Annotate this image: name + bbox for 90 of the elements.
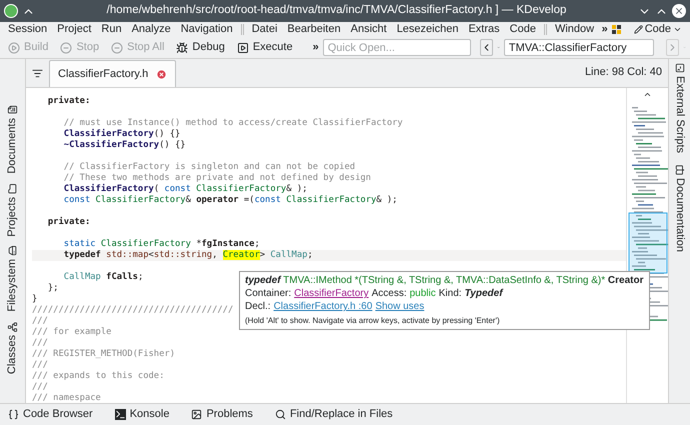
menu-item[interactable]: Code bbox=[510, 21, 536, 38]
menu-item[interactable]: Ansicht bbox=[350, 21, 387, 38]
tooltip-signature: typedef TMVA::IMethod *(TString &, TString &, TMVA::DataSetInfo &, TString &)* Creator bbox=[245, 274, 644, 287]
window-title: /home/wbehrenh/src/root/root-head/tmva/tmva/inc/TMVA/ClassifierFactory.h ] — KDevelop bbox=[106, 3, 568, 18]
menu-item[interactable]: Bearbeiten bbox=[287, 21, 341, 38]
terminal-icon bbox=[674, 63, 684, 73]
toolbar-button[interactable]: Execute bbox=[232, 39, 297, 56]
dock-tab[interactable]: Find/Replace in Files bbox=[272, 406, 395, 423]
image-icon bbox=[191, 409, 202, 420]
menu-item[interactable]: Lesezeichen bbox=[396, 21, 458, 38]
dock-tab[interactable]: Classes bbox=[0, 322, 25, 374]
menu-item[interactable]: Navigation bbox=[180, 21, 233, 38]
back-button[interactable] bbox=[480, 39, 493, 56]
code-line: /// for example bbox=[32, 327, 112, 338]
scroll-up-icon[interactable] bbox=[643, 90, 652, 99]
dock-tab[interactable]: External Scripts bbox=[667, 63, 690, 154]
declaration-link[interactable]: ClassifierFactory.h :60 bbox=[274, 300, 372, 313]
menu-item[interactable]: Extras bbox=[468, 21, 500, 38]
dock-tab[interactable]: Konsole bbox=[112, 406, 172, 423]
play-circle-icon bbox=[8, 42, 20, 54]
terminal-icon bbox=[114, 409, 126, 420]
dock-tab[interactable]: Documentation bbox=[667, 165, 690, 252]
code-line: ////////////////////////////////////// bbox=[32, 305, 234, 316]
close-icon bbox=[674, 6, 684, 16]
menu-overflow[interactable]: » bbox=[602, 21, 608, 38]
context-field[interactable]: TMVA::ClassifierFactory bbox=[504, 39, 654, 56]
container-link[interactable]: ClassifierFactory bbox=[294, 287, 369, 300]
kind-label: Kind: bbox=[438, 287, 462, 300]
show-uses-link[interactable]: Show uses bbox=[375, 300, 424, 313]
menu-item[interactable]: Session bbox=[8, 21, 48, 38]
code-line: ClassifierFactory() {} bbox=[62, 129, 180, 140]
minus-circle-icon bbox=[60, 42, 72, 54]
decl-label: Decl.: bbox=[245, 300, 271, 313]
toolbar-button[interactable]: Debug bbox=[172, 39, 229, 56]
code-line: ClassifierFactory( const ClassifierFactory& ); bbox=[62, 184, 308, 195]
code-line: /// REGISTER_METHOD(Fisher) bbox=[32, 349, 175, 360]
close-button[interactable] bbox=[672, 4, 686, 18]
tooltip-hint: (Hold 'Alt' to show. Navigate via arrow keys, activate by pressing 'Enter') bbox=[245, 316, 500, 326]
minus-circle-icon bbox=[111, 42, 124, 54]
dock-tab[interactable]: Documents bbox=[0, 105, 25, 174]
document-icon bbox=[8, 105, 18, 115]
code-line: // ClassifierFactory is singleton and can not be copied bbox=[62, 161, 356, 173]
container-label: Container: bbox=[245, 287, 292, 300]
book-icon bbox=[674, 165, 684, 176]
code-line: /// bbox=[32, 316, 48, 327]
dock-tab[interactable]: Problems bbox=[189, 406, 255, 423]
code-line: /// bbox=[32, 338, 48, 349]
access-value: public bbox=[410, 287, 436, 300]
pencil-icon bbox=[634, 25, 643, 34]
code-line: private: bbox=[46, 96, 90, 107]
tab-menu-icon[interactable] bbox=[32, 68, 43, 79]
code-line: const ClassifierFactory& operator =(const ClassifierFactory& ); bbox=[62, 195, 398, 206]
dock-tab[interactable]: Projects bbox=[0, 184, 25, 236]
braces-icon bbox=[8, 409, 19, 420]
code-line: private: bbox=[46, 216, 90, 228]
code-line: /// namespace bbox=[32, 393, 101, 403]
drive-icon bbox=[8, 246, 18, 256]
close-tab-icon[interactable] bbox=[156, 68, 168, 80]
dock-tab[interactable]: Filesystem bbox=[0, 246, 25, 312]
code-line: } bbox=[32, 294, 38, 305]
menu-item[interactable]: Project bbox=[57, 21, 92, 38]
quick-open-field[interactable]: Quick Open... bbox=[322, 39, 471, 56]
code-line: // These two methods are private and not defined by design bbox=[62, 173, 371, 184]
kind-value: Typedef bbox=[464, 287, 503, 300]
code-line: ~ClassifierFactory() {} bbox=[62, 140, 186, 151]
code-line: // must use Instance() method to access/create ClassifierFactory bbox=[62, 117, 403, 128]
area-selector[interactable]: Code bbox=[634, 21, 682, 38]
app-icon[interactable] bbox=[4, 4, 18, 18]
dock-tab[interactable]: Code Browser bbox=[6, 406, 95, 423]
bug-icon bbox=[176, 42, 188, 54]
grid-icon[interactable] bbox=[612, 24, 622, 34]
toolbar-overflow[interactable]: » bbox=[312, 39, 319, 56]
folder-icon bbox=[8, 184, 18, 194]
menu-item[interactable]: Run bbox=[101, 21, 122, 38]
tree-icon bbox=[8, 322, 18, 332]
code-line: /// expands to this code: bbox=[32, 371, 164, 382]
code-line: /// bbox=[32, 360, 48, 371]
cursor-position: Line: 98 Col: 40 bbox=[584, 64, 662, 80]
menu-item[interactable]: Datei bbox=[252, 21, 278, 38]
menu-item[interactable]: Window bbox=[554, 21, 594, 38]
code-line: CallMap fCalls; bbox=[62, 271, 144, 283]
search-icon bbox=[274, 409, 286, 420]
code-line: }; bbox=[46, 283, 58, 294]
play-square-icon bbox=[236, 42, 249, 54]
access-label: Access: bbox=[372, 287, 407, 300]
menu-item[interactable]: Analyze bbox=[132, 21, 171, 38]
editor-tab[interactable]: ClassifierFactory.h bbox=[49, 60, 176, 87]
code-line: /// bbox=[32, 382, 48, 393]
code-line: static ClassifierFactory *fgInstance; bbox=[62, 238, 260, 250]
caret-icon bbox=[673, 25, 682, 34]
